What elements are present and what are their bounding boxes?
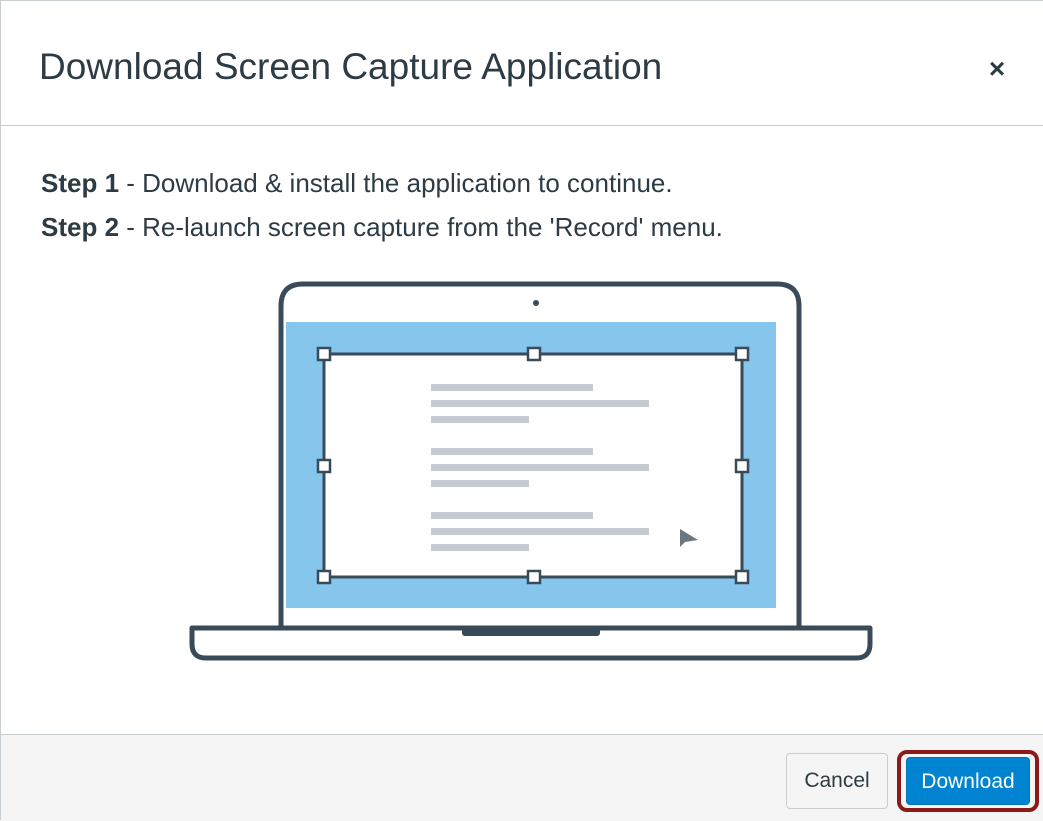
download-dialog: Download Screen Capture Application × St… bbox=[0, 0, 1043, 821]
step-2-label: Step 2 bbox=[41, 212, 120, 242]
step-2-text: - Re-launch screen capture from the 'Rec… bbox=[119, 212, 723, 242]
step-1-text: - Download & install the application to … bbox=[119, 168, 673, 198]
dialog-header: Download Screen Capture Application × bbox=[1, 1, 1043, 126]
cancel-button[interactable]: Cancel bbox=[786, 753, 888, 809]
step-2: Step 2 - Re-launch screen capture from t… bbox=[41, 205, 723, 249]
laptop-illustration bbox=[189, 281, 873, 661]
dialog-footer: Cancel Download bbox=[1, 734, 1043, 821]
download-button[interactable]: Download bbox=[906, 757, 1030, 805]
step-1-label: Step 1 bbox=[41, 168, 120, 198]
dialog-title: Download Screen Capture Application bbox=[39, 46, 663, 87]
close-icon[interactable]: × bbox=[979, 53, 1015, 89]
instructions: Step 1 - Download & install the applicat… bbox=[41, 161, 723, 249]
step-1: Step 1 - Download & install the applicat… bbox=[41, 161, 723, 205]
